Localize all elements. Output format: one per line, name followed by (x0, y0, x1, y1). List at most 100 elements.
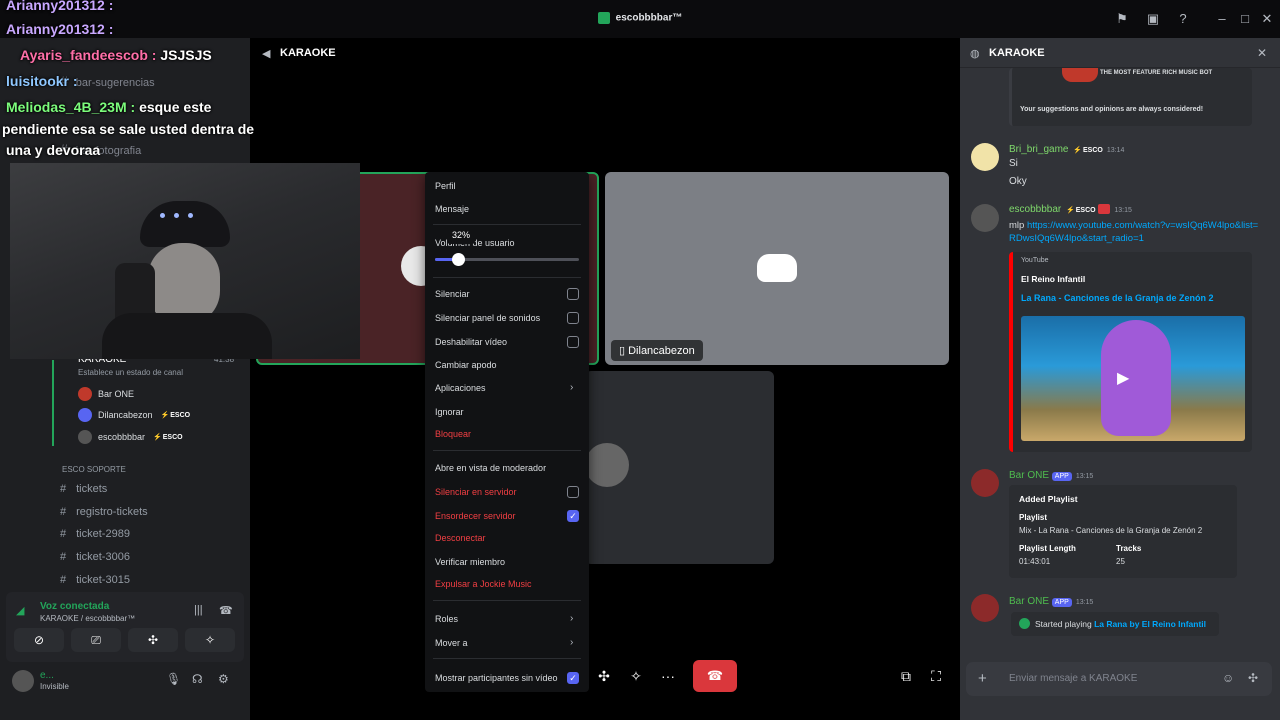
voice-user-escobbbbar[interactable]: escobbbbarESCO (78, 430, 183, 444)
message-author[interactable]: Bri_bri_game ESCO13:14 (1009, 144, 1124, 155)
checkbox-ensordecer-servidor[interactable]: ✓ (567, 510, 579, 522)
now-playing-text: Started playing La Rana by El Reino Infa… (1035, 619, 1207, 629)
checkbox-silenciar-servidor[interactable] (567, 486, 579, 498)
settings-icon[interactable]: ⚙ (218, 672, 229, 686)
apps-icon[interactable]: ✣ (1248, 671, 1258, 685)
menu-item-cambiar-apodo[interactable]: Cambiar apodo (435, 360, 497, 370)
menu-item-aplicaciones[interactable]: Aplicaciones (435, 383, 486, 393)
channel-ticket-3015[interactable]: # ticket-3015 (60, 574, 130, 586)
embed-title[interactable]: La Rana - Canciones de la Granja de Zenó… (1021, 293, 1214, 303)
length-label: Playlist Length (1019, 544, 1076, 553)
chat-bubble-icon: ◍ (970, 48, 980, 60)
hash-icon: # (60, 551, 67, 563)
message-link[interactable]: mlp https://www.youtube.com/watch?v=wsIQ… (1009, 219, 1259, 245)
message-text: Oky (1009, 176, 1027, 187)
message-input[interactable]: + Enviar mensaje a KARAOKE ☺ ✣ (966, 662, 1272, 696)
close-icon[interactable]: ✕ (1259, 11, 1275, 27)
channel-ticket-3006[interactable]: # ticket-3006 (60, 551, 130, 563)
phone-hangup-icon: ☎ (706, 668, 724, 683)
menu-item-mensaje[interactable]: Mensaje (435, 204, 469, 214)
noise-icon[interactable]: ||| (194, 604, 203, 616)
emoji-icon[interactable]: ☺ (1222, 671, 1234, 685)
menu-item-ensordecer-servidor[interactable]: Ensordecer servidor (435, 511, 516, 521)
screen-share-button[interactable]: ⎚ (71, 628, 121, 652)
maximize-icon[interactable]: □ (1237, 11, 1253, 27)
app-badge: APP (1051, 472, 1072, 481)
disconnect-icon[interactable]: ☎ (219, 604, 233, 617)
add-attachment-icon[interactable]: + (978, 670, 987, 687)
avatar[interactable] (971, 469, 999, 497)
window-icon[interactable]: ▣ (1145, 11, 1161, 27)
voice-status-title: Voz conectada (40, 601, 110, 612)
overlay-chat-line: una y devoraa (6, 142, 101, 158)
more-options-icon[interactable]: ··· (652, 660, 684, 692)
camera-off-button[interactable]: ⊘ (14, 628, 64, 652)
activities-icon[interactable]: ✣ (588, 660, 620, 692)
checkbox-mostrar-participantes[interactable]: ✓ (567, 672, 579, 684)
play-icon[interactable]: ▶ (1117, 368, 1129, 388)
avatar[interactable] (971, 143, 999, 171)
hash-icon: # (60, 528, 67, 540)
popout-icon[interactable]: ⧉ (890, 660, 922, 692)
avatar (78, 387, 92, 401)
menu-item-silenciar-panel[interactable]: Silenciar panel de sonidos (435, 313, 540, 323)
menu-item-silenciar-servidor[interactable]: Silenciar en servidor (435, 487, 517, 497)
microphone-icon[interactable]: 🎙 (166, 672, 181, 686)
menu-item-abrir-moderador[interactable]: Abre en vista de moderador (435, 463, 546, 473)
message-author[interactable]: escobbbbar ESCO 13:15 (1009, 204, 1132, 215)
menu-item-verificar[interactable]: Verificar miembro (435, 557, 505, 567)
menu-item-ignorar[interactable]: Ignorar (435, 407, 464, 417)
window-title: escobbbbar™ (0, 12, 1280, 24)
menu-divider (433, 450, 581, 451)
avatar (78, 408, 92, 422)
participant-tile-dilancabezon[interactable] (605, 172, 949, 365)
menu-item-bloquear[interactable]: Bloquear (435, 429, 471, 439)
video-icon (1098, 204, 1111, 215)
menu-item-mostrar-participantes[interactable]: Mostrar participantes sin vídeo (435, 673, 558, 683)
chevron-right-icon: › (570, 613, 574, 624)
soundboard-icon[interactable]: ✧ (620, 660, 652, 692)
speaker-icon: ◀ (262, 48, 271, 60)
checkbox-deshabilitar-video[interactable] (567, 336, 579, 348)
channel-tickets[interactable]: # tickets (60, 483, 107, 495)
menu-item-perfil[interactable]: Perfil (435, 181, 456, 191)
voice-user-dilancabezon[interactable]: DilancabezonESCO (78, 408, 190, 422)
checkbox-silenciar-panel[interactable] (567, 312, 579, 324)
avatar[interactable] (971, 204, 999, 232)
inbox-icon[interactable]: ⚑ (1114, 11, 1130, 27)
category-esco-soporte[interactable]: ESCO SOPORTE (62, 465, 126, 474)
participant-tile-escobbbbar[interactable] (585, 371, 774, 564)
headphones-icon[interactable]: ☊ (192, 672, 203, 686)
menu-item-desconectar[interactable]: Desconectar (435, 533, 486, 543)
help-icon[interactable]: ? (1175, 11, 1191, 27)
embed-author[interactable]: El Reino Infantil (1021, 274, 1085, 284)
fullscreen-icon[interactable]: ⛶ (920, 660, 952, 692)
menu-item-expulsar[interactable]: Expulsar a Jockie Music (435, 579, 532, 589)
avatar[interactable] (12, 670, 34, 692)
hash-icon: # (60, 574, 67, 586)
close-chat-icon[interactable]: ✕ (1257, 46, 1267, 60)
hash-icon: # (60, 506, 67, 518)
message-author[interactable]: Bar ONE APP 13:15 (1009, 596, 1093, 607)
activities-button[interactable]: ✣ (128, 628, 178, 652)
voice-status-sub[interactable]: KARAOKE / escobbbbar™ (40, 614, 135, 623)
menu-item-silenciar[interactable]: Silenciar (435, 289, 470, 299)
menu-item-deshabilitar-video[interactable]: Deshabilitar vídeo (435, 337, 507, 347)
playlist-value: Mix - La Rana - Canciones de la Granja d… (1019, 526, 1203, 535)
menu-item-mover[interactable]: Mover a (435, 638, 468, 648)
message-author[interactable]: Bar ONE APP 13:15 (1009, 470, 1093, 481)
minimize-icon[interactable]: – (1214, 11, 1230, 27)
voice-user-bar-one[interactable]: Bar ONE (78, 387, 134, 401)
voice-channel-status[interactable]: Establece un estado de canal (78, 368, 183, 377)
volume-slider-handle[interactable] (452, 253, 466, 266)
avatar[interactable] (971, 594, 999, 622)
hang-up-button[interactable]: ☎ (693, 660, 737, 692)
video-thumbnail[interactable]: ▶ (1021, 316, 1245, 441)
channel-registro-tickets[interactable]: # registro-tickets (60, 506, 148, 518)
channel-ticket-2989[interactable]: # ticket-2989 (60, 528, 130, 540)
menu-item-roles[interactable]: Roles (435, 614, 458, 624)
overlay-chat-line: Arianny201312 : (6, 0, 114, 13)
volume-tooltip: 32% (447, 226, 475, 244)
soundboard-button[interactable]: ✧ (185, 628, 235, 652)
checkbox-silenciar[interactable] (567, 288, 579, 300)
